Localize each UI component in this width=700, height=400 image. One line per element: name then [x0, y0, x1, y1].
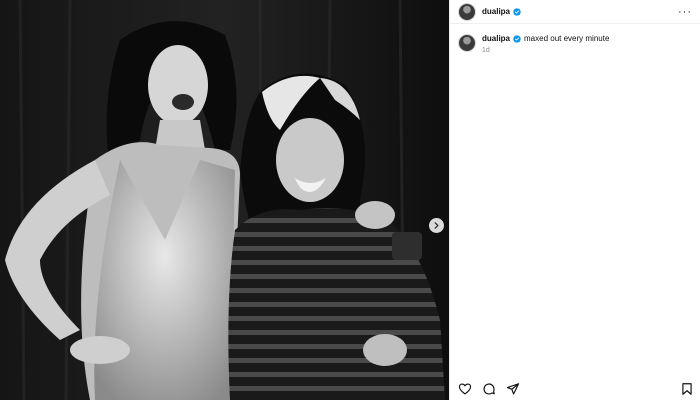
verified-badge-icon [513, 34, 521, 43]
next-image-button[interactable] [429, 218, 444, 233]
avatar[interactable] [458, 2, 476, 21]
caption: dualipa maxed out every minute 1d [450, 24, 700, 54]
post-actions [458, 380, 694, 398]
heart-icon[interactable] [458, 382, 472, 396]
post-side-panel: dualipa ··· dualipa maxed out every minu… [449, 0, 700, 400]
post-media[interactable] [0, 0, 449, 400]
caption-text: maxed out every minute [524, 34, 610, 43]
caption-avatar[interactable] [458, 34, 476, 52]
post-timestamp[interactable]: 1d [482, 47, 609, 54]
username-link[interactable]: dualipa [482, 7, 510, 16]
caption-username[interactable]: dualipa [482, 34, 510, 43]
chevron-right-icon [434, 222, 439, 229]
verified-badge-icon [513, 7, 521, 16]
post-photo [0, 0, 449, 400]
bookmark-icon[interactable] [680, 382, 694, 396]
comment-icon[interactable] [482, 382, 496, 396]
post-header: dualipa ··· [450, 0, 700, 24]
more-options-button[interactable]: ··· [678, 6, 692, 18]
send-icon[interactable] [506, 382, 520, 396]
